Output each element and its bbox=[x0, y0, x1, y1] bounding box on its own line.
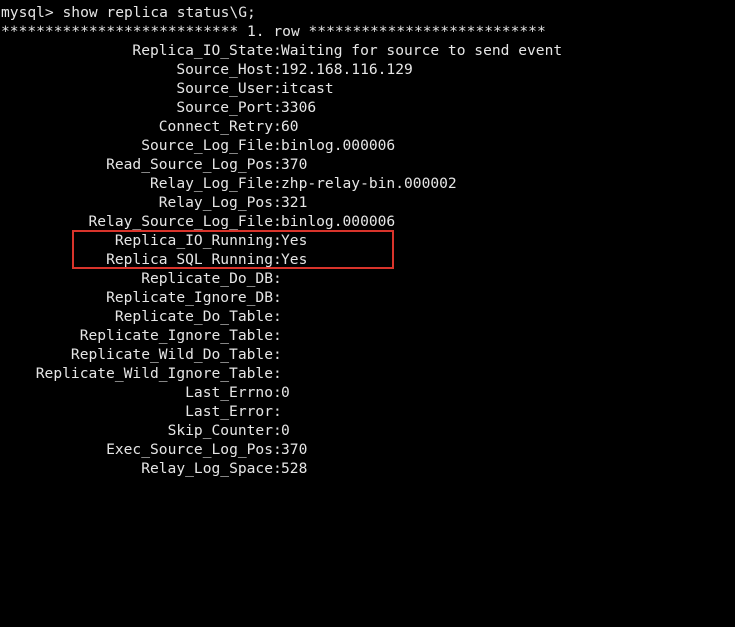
field-row-relay-log-pos: Relay_Log_Pos : 321 bbox=[0, 193, 735, 212]
field-row-replicate-do-db: Replicate_Do_DB : bbox=[0, 269, 735, 288]
field-colon: : bbox=[273, 308, 282, 325]
field-row-source-host: Source_Host : 192.168.116.129 bbox=[0, 60, 735, 79]
field-key: Replicate_Do_DB bbox=[141, 270, 273, 287]
field-key: Relay_Log_Space bbox=[141, 460, 273, 477]
field-row-read-source-log-pos: Read_Source_Log_Pos : 370 bbox=[0, 155, 735, 174]
field-row-skip-counter: Skip_Counter : 0 bbox=[0, 421, 735, 440]
field-row-replicate-ignore-db: Replicate_Ignore_DB : bbox=[0, 288, 735, 307]
field-value: 0 bbox=[281, 384, 290, 401]
field-colon: : bbox=[273, 346, 282, 363]
field-row-connect-retry: Connect_Retry : 60 bbox=[0, 117, 735, 136]
status-field-list: Replica_IO_State : Waiting for source to… bbox=[0, 42, 735, 570]
field-key: Source_Log_File bbox=[141, 137, 273, 154]
field-key: Source_Host bbox=[176, 61, 273, 78]
field-value: 60 bbox=[281, 118, 299, 135]
field-key: Replicate_Ignore_DB bbox=[106, 289, 273, 306]
field-key: Replica_IO_State bbox=[132, 42, 273, 59]
field-row-source-port: Source_Port : 3306 bbox=[0, 98, 735, 117]
field-key: Source_Port bbox=[176, 99, 273, 116]
field-key: Relay_Log_Pos bbox=[158, 194, 273, 211]
field-value: Waiting for source to send event bbox=[281, 42, 563, 59]
field-colon: : bbox=[273, 327, 282, 344]
field-value: 0 bbox=[281, 422, 290, 439]
field-row-exec-source-log-pos: Exec_Source_Log_Pos : 370 bbox=[0, 440, 735, 459]
field-value: zhp-relay-bin.000002 bbox=[281, 175, 457, 192]
field-colon: : bbox=[273, 365, 282, 382]
field-row-source-log-file: Source_Log_File : binlog.000006 bbox=[0, 136, 735, 155]
field-key: Relay_Source_Log_File bbox=[88, 213, 273, 230]
field-key: Relay_Log_File bbox=[149, 175, 273, 192]
field-key: Last_Errno bbox=[185, 384, 273, 401]
command-prompt-line: mysql> show replica status\G; bbox=[1, 4, 256, 21]
field-key: Read_Source_Log_Pos bbox=[106, 156, 273, 173]
field-row-relay-log-space: Relay_Log_Space : 528 bbox=[0, 459, 735, 478]
field-row-replicate-do-table: Replicate_Do_Table : bbox=[0, 307, 735, 326]
field-value: 370 bbox=[281, 156, 308, 173]
field-row-last-errno: Last_Errno : 0 bbox=[0, 383, 735, 402]
field-value: 192.168.116.129 bbox=[281, 61, 413, 78]
field-key: Replicate_Wild_Ignore_Table bbox=[35, 365, 273, 382]
field-key: Skip_Counter bbox=[167, 422, 273, 439]
field-key: Connect_Retry bbox=[158, 118, 273, 135]
field-value: 370 bbox=[281, 441, 308, 458]
field-key: Replicate_Do_Table bbox=[114, 308, 273, 325]
field-row-last-error: Last_Error : bbox=[0, 402, 735, 421]
field-colon: : bbox=[273, 270, 282, 287]
row-separator: *************************** 1. row *****… bbox=[1, 23, 546, 40]
field-value: 3306 bbox=[281, 99, 317, 116]
field-row-source-user: Source_User : itcast bbox=[0, 79, 735, 98]
field-row-relay-source-log-file: Relay_Source_Log_File : binlog.000006 bbox=[0, 212, 735, 231]
field-row-replicate-wild-ignore-table: Replicate_Wild_Ignore_Table : bbox=[0, 364, 735, 383]
terminal-window[interactable]: mysql> show replica status\G; **********… bbox=[0, 0, 735, 481]
field-row-relay-log-file: Relay_Log_File : zhp-relay-bin.000002 bbox=[0, 174, 735, 193]
field-row-replicate-ignore-table: Replicate_Ignore_Table : bbox=[0, 326, 735, 345]
field-colon: : bbox=[273, 289, 282, 306]
field-value: itcast bbox=[281, 80, 334, 97]
running-status-highlight-box bbox=[72, 230, 394, 269]
field-value: binlog.000006 bbox=[281, 137, 396, 154]
field-value: 321 bbox=[281, 194, 308, 211]
field-key: Source_User bbox=[176, 80, 273, 97]
field-row-replicate-wild-do-table: Replicate_Wild_Do_Table : bbox=[0, 345, 735, 364]
field-colon: : bbox=[273, 403, 282, 420]
field-row-replica-io-state: Replica_IO_State : Waiting for source to… bbox=[0, 41, 735, 60]
field-value: 528 bbox=[281, 460, 308, 477]
field-key: Replicate_Ignore_Table bbox=[79, 327, 273, 344]
field-key: Replicate_Wild_Do_Table bbox=[70, 346, 273, 363]
field-key: Exec_Source_Log_Pos bbox=[106, 441, 273, 458]
field-value: binlog.000006 bbox=[281, 213, 396, 230]
field-key: Last_Error bbox=[185, 403, 273, 420]
